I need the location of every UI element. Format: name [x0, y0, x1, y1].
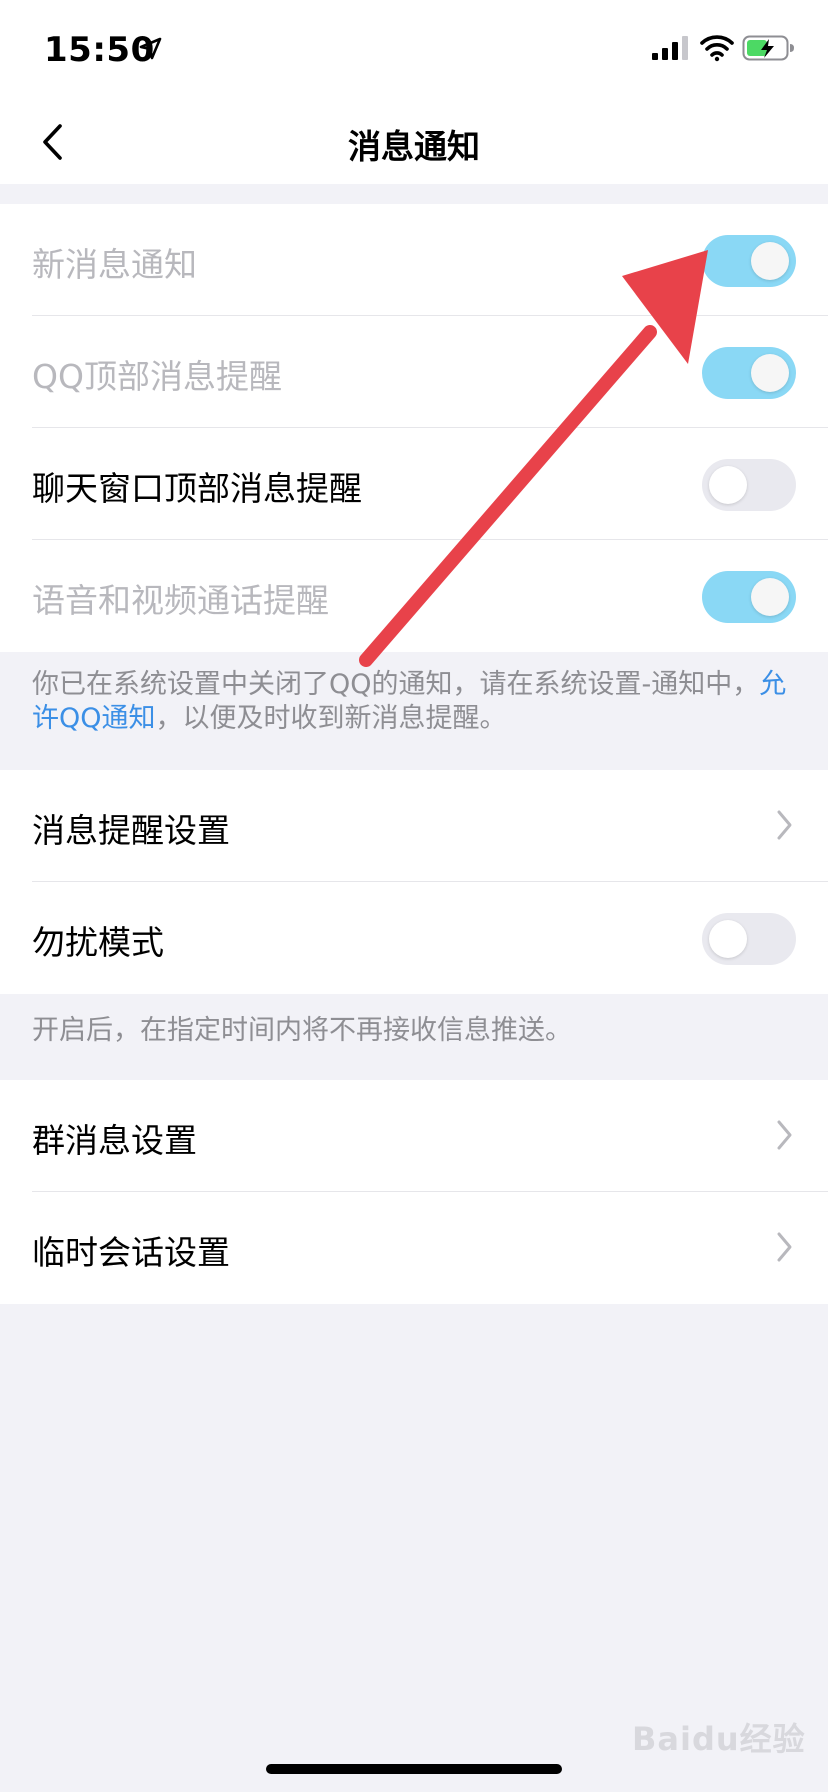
- signal-icon: [652, 36, 688, 60]
- row-chat-window-top-reminder: 聊天窗口顶部消息提醒: [0, 428, 828, 540]
- do-not-disturb-note: 开启后，在指定时间内将不再接收信息推送。: [32, 1015, 572, 1046]
- wifi-icon: [700, 35, 734, 62]
- note-text-after: ，以便及时收到新消息提醒。: [155, 703, 507, 734]
- screen: 15:50 消息通知 新消息通知 QQ顶部消息提醒 聊天窗口顶部消息提醒 语音和…: [0, 0, 828, 1792]
- row-temp-session-settings[interactable]: 临时会话设置: [0, 1192, 828, 1304]
- row-label: 消息提醒设置: [32, 811, 230, 850]
- row-message-reminder-settings[interactable]: 消息提醒设置: [0, 770, 828, 882]
- do-not-disturb-toggle[interactable]: [702, 913, 796, 965]
- toggle-knob: [751, 354, 789, 392]
- chevron-right-icon: [777, 810, 792, 840]
- row-label: 勿扰模式: [32, 923, 164, 962]
- row-label: 语音和视频通话提醒: [32, 581, 329, 620]
- home-indicator[interactable]: [266, 1764, 562, 1774]
- page-title: 消息通知: [348, 127, 480, 166]
- location-arrow-icon: [139, 37, 162, 60]
- row-voice-video-reminder: 语音和视频通话提醒: [0, 540, 828, 652]
- note-text-before: 你已在系统设置中关闭了QQ的通知，请在系统设置-通知中，: [32, 669, 760, 700]
- chevron-right-icon: [777, 1232, 792, 1262]
- row-label: 新消息通知: [32, 245, 197, 284]
- voice-video-reminder-toggle[interactable]: [702, 571, 796, 623]
- toggle-knob: [751, 578, 789, 616]
- system-notification-note: 你已在系统设置中关闭了QQ的通知，请在系统设置-通知中，允许QQ通知，以便及时收…: [32, 668, 796, 736]
- baidu-watermark: Baidu经验: [632, 1720, 806, 1758]
- notification-group: 新消息通知 QQ顶部消息提醒 聊天窗口顶部消息提醒 语音和视频通话提醒: [0, 204, 828, 652]
- status-bar: 15:50: [0, 0, 828, 100]
- qq-top-reminder-toggle[interactable]: [702, 347, 796, 399]
- row-new-message-notify: 新消息通知: [0, 204, 828, 316]
- row-do-not-disturb: 勿扰模式: [0, 882, 828, 994]
- row-group-message-settings[interactable]: 群消息设置: [0, 1080, 828, 1192]
- row-label: QQ顶部消息提醒: [32, 357, 282, 396]
- chevron-right-icon: [777, 1120, 792, 1150]
- toggle-knob: [709, 920, 747, 958]
- row-label: 群消息设置: [32, 1121, 197, 1160]
- battery-charging-icon: [742, 35, 794, 61]
- reminder-group: 消息提醒设置 勿扰模式: [0, 770, 828, 994]
- toggle-knob: [709, 466, 747, 504]
- row-label: 临时会话设置: [32, 1233, 230, 1272]
- nav-bar: 消息通知: [0, 100, 828, 184]
- toggle-knob: [751, 242, 789, 280]
- chat-settings-group: 群消息设置 临时会话设置: [0, 1080, 828, 1304]
- chat-window-top-reminder-toggle[interactable]: [702, 459, 796, 511]
- new-message-toggle[interactable]: [702, 235, 796, 287]
- row-qq-top-reminder: QQ顶部消息提醒: [0, 316, 828, 428]
- row-label: 聊天窗口顶部消息提醒: [32, 469, 362, 508]
